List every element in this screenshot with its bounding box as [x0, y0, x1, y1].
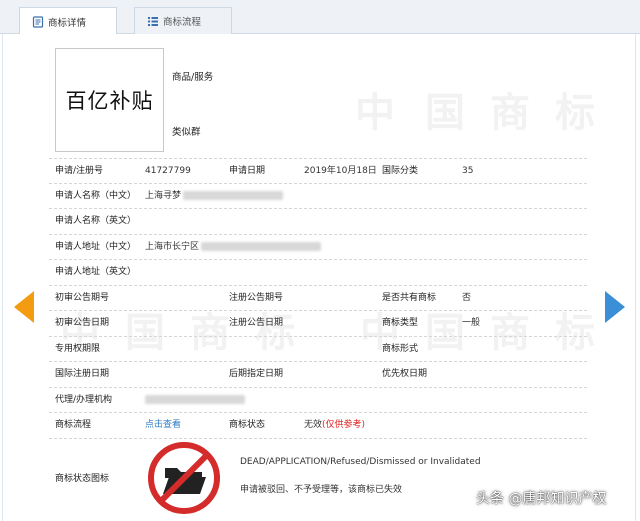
status-icon-label: 商标状态图标 [55, 473, 110, 484]
agent-label: 代理/办理机构 [55, 394, 113, 405]
info-row: 国际注册日期 后期指定日期 优先权日期 [49, 362, 587, 388]
applicant-cn-value: 上海寻梦 [145, 184, 284, 209]
reg-no-label: 申请/注册号 [55, 166, 104, 176]
intl-class-value: 35 [462, 166, 474, 176]
prelim-pub-no-label: 初审公告期号 [55, 292, 110, 303]
tab-trademark-details-label: 商标详情 [48, 17, 87, 29]
exclusive-period-label: 专用权期限 [55, 343, 101, 354]
reg-pub-date-label: 注册公告日期 [229, 318, 284, 328]
invalid-status-icon [146, 440, 222, 516]
reg-pub-no-label: 注册公告期号 [229, 292, 284, 303]
tab-bar: 商标详情 商标流程 [0, 0, 640, 35]
info-row: 申请人地址（英文） [49, 260, 587, 286]
watermark-char: 标 [555, 90, 595, 136]
status-value: 无效(仅供参考) [304, 413, 365, 438]
tm-form-label: 商标形式 [382, 343, 419, 354]
redacted-blur [145, 394, 245, 404]
priority-date-label: 优先权日期 [382, 369, 428, 379]
redacted-blur [183, 190, 284, 200]
reg-no-value: 41727799 [145, 166, 191, 176]
later-designation-label: 后期指定日期 [229, 369, 284, 379]
status-description-cn: 申请被驳回、不予受理等，该商标已失效 [240, 485, 403, 495]
process-label: 商标流程 [55, 420, 92, 430]
tab-trademark-details[interactable]: 商标详情 [19, 7, 117, 35]
applicant-cn-text: 上海寻梦 [145, 190, 182, 201]
address-cn-label: 申请人地址（中文） [55, 241, 137, 252]
list-icon [147, 15, 159, 27]
info-row: 申请人地址（中文） 上海市长宁区 [49, 235, 587, 260]
info-row: 专用权期限 商标形式 [49, 337, 587, 362]
status-text: 无效 [304, 420, 323, 430]
address-en-label: 申请人地址（英文） [55, 267, 137, 277]
app-date-label: 申请日期 [229, 166, 266, 176]
goods-services-label: 商品/服务 [172, 72, 214, 83]
next-arrow-icon[interactable] [605, 291, 625, 323]
similar-group-label: 类似群 [172, 127, 201, 138]
agent-value [145, 388, 245, 413]
document-icon [32, 15, 44, 28]
address-cn-text: 上海市长宁区 [145, 241, 200, 252]
view-process-link[interactable]: 点击查看 [145, 413, 181, 438]
applicant-en-label: 申请人名称（英文） [55, 216, 137, 226]
status-description-en: DEAD/APPLICATION/Refused/Dismissed or In… [240, 457, 481, 467]
previous-arrow-icon[interactable] [14, 291, 34, 323]
info-row: 申请/注册号 41727799 申请日期 2019年10月18日 国际分类 35 [49, 158, 587, 184]
shared-label: 是否共有商标 [382, 292, 437, 303]
watermark-char: 中 [355, 90, 395, 136]
tm-type-label: 商标类型 [382, 318, 419, 328]
trademark-logo-text: 百亿补贴 [65, 89, 154, 113]
status-label: 商标状态 [229, 420, 266, 430]
watermark-char: 商 [490, 90, 530, 136]
info-row: 申请人名称（英文） [49, 209, 587, 235]
intl-class-label: 国际分类 [382, 166, 419, 176]
shared-value: 否 [462, 292, 472, 303]
redacted-blur [201, 241, 322, 251]
status-note: (仅供参考) [322, 420, 366, 430]
info-row: 代理/办理机构 [49, 388, 587, 413]
watermark-char: 国 [425, 90, 465, 136]
app-date-value: 2019年10月18日 [304, 166, 377, 176]
info-row: 商标状态图标 [49, 439, 587, 521]
tab-trademark-process-label: 商标流程 [163, 17, 202, 28]
info-row: 初审公告日期 注册公告日期 商标类型 一般 [49, 311, 587, 337]
applicant-cn-label: 申请人名称（中文） [55, 190, 137, 201]
trademark-logo-image: 百亿补贴 [55, 48, 164, 152]
prelim-pub-date-label: 初审公告日期 [55, 318, 110, 328]
tab-trademark-process[interactable]: 商标流程 [134, 7, 232, 34]
address-cn-value: 上海市长宁区 [145, 235, 322, 260]
info-row: 初审公告期号 注册公告期号 是否共有商标 否 [49, 286, 587, 311]
intl-reg-date-label: 国际注册日期 [55, 369, 110, 379]
info-row: 申请人名称（中文） 上海寻梦 [49, 184, 587, 209]
tm-type-value: 一般 [462, 318, 481, 328]
info-row: 商标流程 点击查看 商标状态 无效(仅供参考) [49, 413, 587, 439]
source-watermark: 头条 @唐邦知识产权 [476, 491, 607, 507]
